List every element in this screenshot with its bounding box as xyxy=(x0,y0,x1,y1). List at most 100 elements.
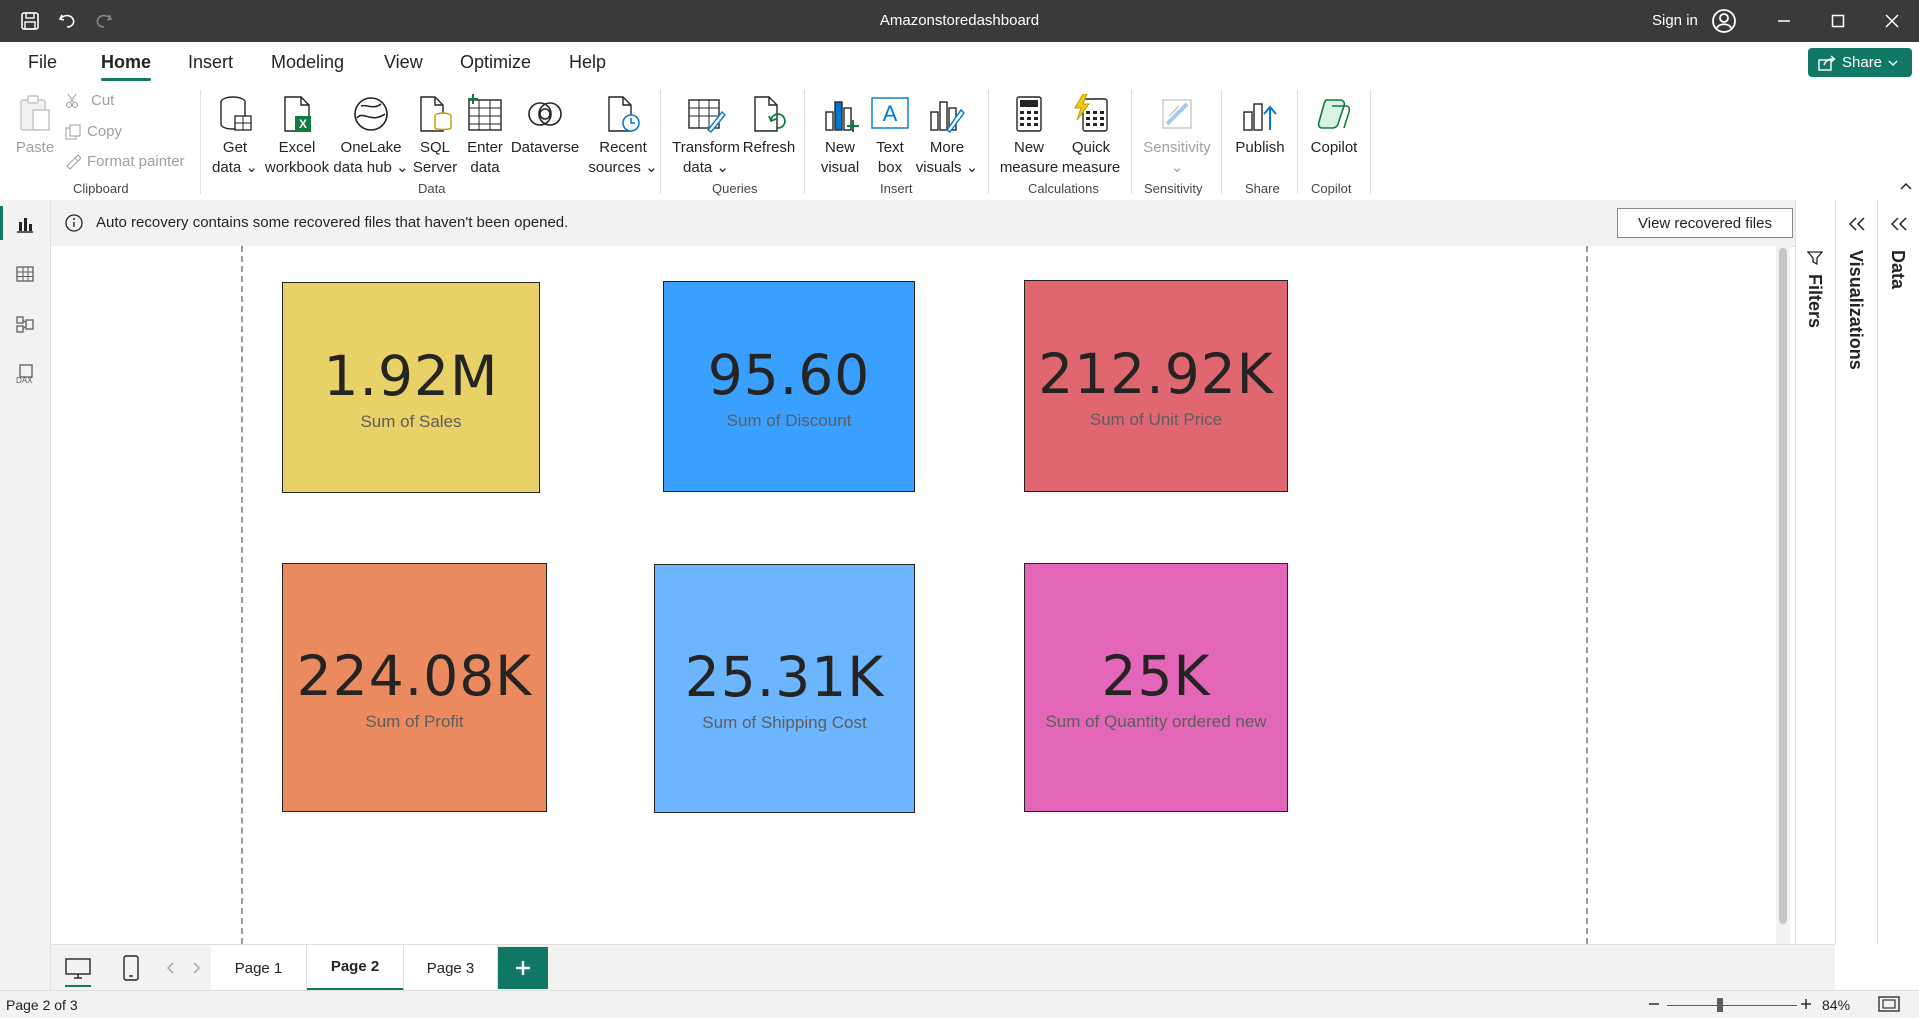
get-data-button[interactable]: Get data ⌄ xyxy=(210,94,260,178)
svg-text:X: X xyxy=(299,117,307,131)
page-boundary xyxy=(1586,246,1588,944)
share-icon xyxy=(1818,54,1836,71)
copy-icon xyxy=(65,124,81,139)
tab-modeling[interactable]: Modeling xyxy=(271,52,344,73)
canvas-scrollbar-thumb[interactable] xyxy=(1779,248,1787,924)
save-icon[interactable] xyxy=(18,9,42,33)
card-value: 224.08K xyxy=(296,643,533,708)
copy-button[interactable]: Copy xyxy=(65,123,122,140)
filter-icon xyxy=(1807,251,1823,266)
undo-icon[interactable] xyxy=(55,9,79,33)
card-sum-of-shipping-cost[interactable]: 25.31K Sum of Shipping Cost xyxy=(654,564,915,813)
new-visual-label-2: visual xyxy=(820,159,860,176)
collapse-ribbon-icon[interactable] xyxy=(1900,178,1912,196)
sign-in-link[interactable]: Sign in xyxy=(1652,12,1698,29)
minimize-icon[interactable] xyxy=(1772,9,1796,33)
calculator-icon xyxy=(1016,96,1042,132)
new-visual-button[interactable]: New visual xyxy=(815,94,865,178)
card-sum-of-sales[interactable]: 1.92M Sum of Sales xyxy=(282,282,540,493)
page-indicator: Page 2 of 3 xyxy=(6,997,78,1013)
visualizations-pane-collapsed[interactable]: Visualizations xyxy=(1835,200,1878,944)
redo-icon[interactable] xyxy=(92,9,116,33)
table-view-icon[interactable] xyxy=(13,262,37,286)
dax-query-view-icon[interactable]: DAX xyxy=(13,362,37,386)
share-button[interactable]: Share xyxy=(1808,48,1912,77)
card-sum-of-profit[interactable]: 224.08K Sum of Profit xyxy=(282,563,547,812)
publish-button[interactable]: Publish xyxy=(1230,94,1290,158)
new-measure-button[interactable]: New measure xyxy=(998,94,1060,178)
account-avatar-icon[interactable] xyxy=(1711,8,1737,34)
excel-label-1: Excel xyxy=(278,139,316,156)
zoom-level: 84% xyxy=(1822,997,1851,1013)
enter-data-icon xyxy=(468,94,502,131)
publish-label: Publish xyxy=(1235,139,1285,156)
tab-help[interactable]: Help xyxy=(569,52,606,73)
double-chevron-left-icon[interactable] xyxy=(1848,216,1866,232)
data-pane-collapsed[interactable]: Data xyxy=(1877,200,1919,944)
onelake-label-1: OneLake xyxy=(340,139,402,156)
tab-optimize[interactable]: Optimize xyxy=(460,52,531,73)
text-box-label-2: box xyxy=(877,159,903,176)
info-icon xyxy=(65,214,83,232)
group-separator xyxy=(1221,90,1222,194)
format-painter-button[interactable]: Format painter xyxy=(65,153,185,170)
desktop-layout-icon[interactable] xyxy=(65,957,91,981)
dataverse-button[interactable]: Dataverse xyxy=(510,94,580,158)
view-rail: DAX xyxy=(0,200,51,990)
refresh-button[interactable]: Refresh xyxy=(742,94,796,158)
filters-pane-collapsed[interactable]: Filters xyxy=(1795,200,1836,944)
card-value: 25K xyxy=(1101,643,1211,708)
add-page-button[interactable] xyxy=(498,947,548,989)
report-view-icon[interactable] xyxy=(13,212,37,236)
tab-home[interactable]: Home xyxy=(101,52,152,81)
close-window-icon[interactable] xyxy=(1880,9,1904,33)
cut-button[interactable]: Cut xyxy=(65,92,114,109)
copilot-button[interactable]: Copilot xyxy=(1305,94,1363,158)
quick-measure-button[interactable]: Quick measure xyxy=(1059,94,1123,178)
card-sum-of-discount[interactable]: 95.60 Sum of Discount xyxy=(663,281,915,492)
zoom-in-icon[interactable] xyxy=(1800,997,1812,1011)
text-box-button[interactable]: A Text box xyxy=(868,94,912,178)
zoom-out-icon[interactable] xyxy=(1648,997,1660,1011)
onelake-label-2: data hub xyxy=(333,159,392,176)
view-recovered-files-button[interactable]: View recovered files xyxy=(1617,208,1793,238)
page-tab-3[interactable]: Page 3 xyxy=(404,945,498,991)
tab-file[interactable]: File xyxy=(28,52,57,73)
zoom-slider-track[interactable] xyxy=(1667,1005,1797,1006)
card-label: Sum of Unit Price xyxy=(1089,410,1223,429)
scroll-left-icon[interactable] xyxy=(166,962,176,974)
card-sum-of-unit-price[interactable]: 212.92K Sum of Unit Price xyxy=(1024,280,1288,492)
card-value: 95.60 xyxy=(707,342,871,407)
tab-insert[interactable]: Insert xyxy=(188,52,233,73)
onelake-data-hub-button[interactable]: OneLake data hub ⌄ xyxy=(333,94,409,178)
zoom-slider-thumb[interactable] xyxy=(1717,998,1724,1012)
scroll-right-icon[interactable] xyxy=(191,962,201,974)
fit-to-page-icon[interactable] xyxy=(1878,996,1900,1012)
tab-view[interactable]: View xyxy=(384,52,423,73)
excel-workbook-button[interactable]: X Excel workbook xyxy=(262,94,332,178)
copilot-label: Copilot xyxy=(1310,139,1358,156)
more-visuals-button[interactable]: More visuals ⌄ xyxy=(915,94,979,178)
page-tab-1[interactable]: Page 1 xyxy=(211,945,307,991)
model-view-icon[interactable] xyxy=(13,312,37,336)
page-tab-2[interactable]: Page 2 xyxy=(307,945,404,991)
group-label-clipboard: Clipboard xyxy=(73,181,129,196)
sensitivity-button[interactable]: Sensitivity ⌄ xyxy=(1140,94,1214,178)
new-measure-label-1: New xyxy=(1013,139,1044,156)
double-chevron-left-icon[interactable] xyxy=(1890,216,1908,232)
chevron-down-icon: ⌄ xyxy=(716,159,729,176)
mobile-layout-icon[interactable] xyxy=(123,955,139,981)
quick-measure-icon xyxy=(1074,94,1108,132)
recent-sources-button[interactable]: Recent sources ⌄ xyxy=(588,94,658,178)
get-data-label-1: Get xyxy=(222,139,248,156)
refresh-label: Refresh xyxy=(742,139,796,156)
maximize-icon[interactable] xyxy=(1826,9,1850,33)
enter-data-button[interactable]: Enter data xyxy=(463,94,507,178)
recent-sources-icon xyxy=(608,96,640,132)
active-view-indicator xyxy=(0,206,3,240)
transform-data-button[interactable]: Transform data ⌄ xyxy=(668,94,744,178)
sql-server-button[interactable]: SQL Server xyxy=(413,94,457,178)
paste-button[interactable]: Paste xyxy=(15,94,55,158)
sql-label-1: SQL xyxy=(419,139,450,156)
card-sum-of-quantity-ordered-new[interactable]: 25K Sum of Quantity ordered new xyxy=(1024,563,1288,812)
